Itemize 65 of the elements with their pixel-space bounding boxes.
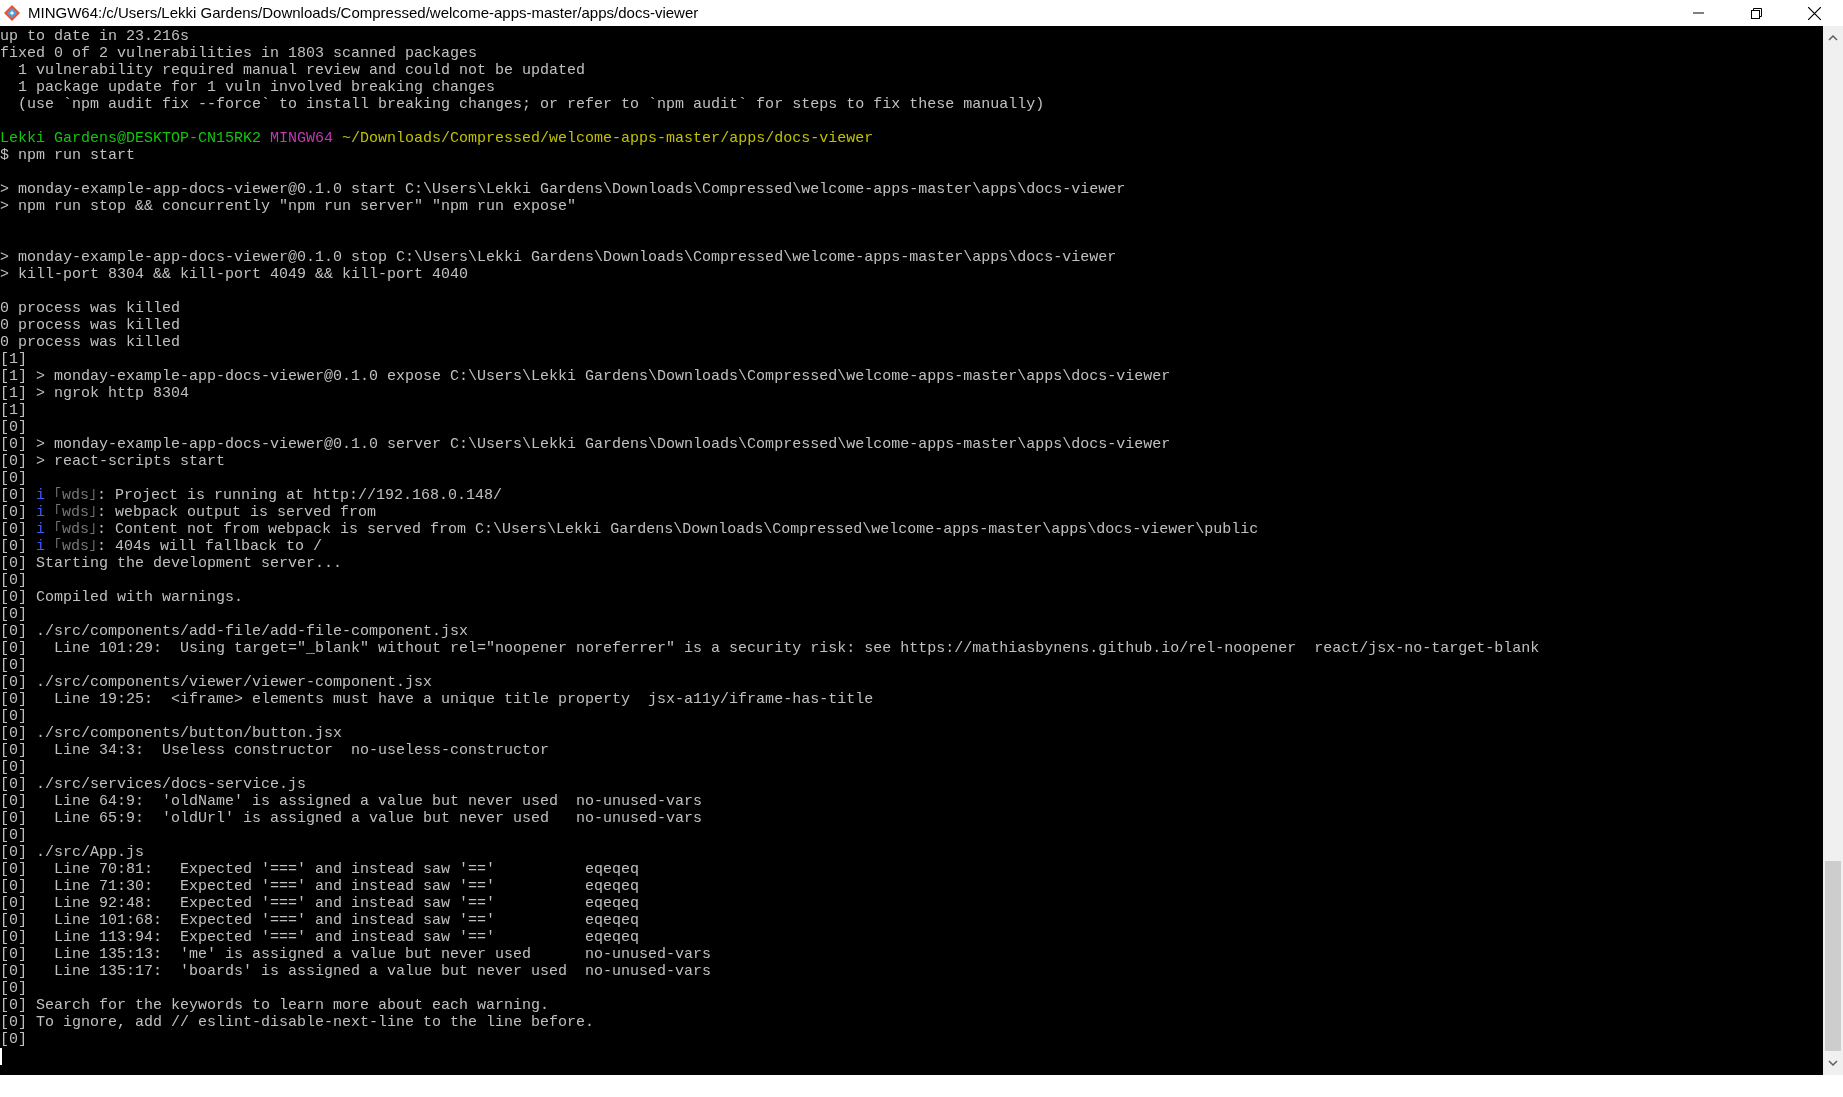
terminal-line: > npm run stop && concurrently "npm run server" "npm run expose" <box>0 198 577 215</box>
terminal-line: [0] <box>0 708 27 725</box>
terminal-line: [0] Line 70:81: Expected '===' and instead saw '==' eqeqeq <box>0 861 640 878</box>
terminal-line: (use `npm audit fix --force` to install breaking changes; or refer to `npm audit` for steps to fix these manually) <box>17 96 1045 113</box>
terminal-line: [0] To ignore, add // eslint-disable-next-line to the line before. <box>0 1014 595 1031</box>
terminal-line: [0] ./src/components/viewer/viewer-component.jsx <box>0 674 433 691</box>
terminal-line: [0] Line 113:94: Expected '===' and instead saw '==' eqeqeq <box>0 929 640 946</box>
terminal-line: [0] <box>0 606 27 623</box>
terminal-line: [0] Search for the keywords to learn more about each warning. <box>0 997 550 1014</box>
terminal-line: [0] Line 34:3: Useless constructor no-useless-constructor <box>0 742 550 759</box>
terminal-line: [0] ./src/App.js <box>0 844 145 861</box>
terminal-line: [0] Line 71:30: Expected '===' and instead saw '==' eqeqeq <box>0 878 640 895</box>
terminal-line: [0] > monday-example-app-docs-viewer@0.1.0 server C:\Users\Lekki Gardens\Downloads\Compressed\welcome-apps-master\apps\docs-viewer <box>0 436 1171 453</box>
terminal-line: [0] i ｢wds｣: webpack output is served from <box>0 504 377 521</box>
scrollbar-thumb[interactable] <box>1825 861 1841 1051</box>
scrollbar[interactable] <box>1823 26 1843 1075</box>
terminal-line: 0 process was killed <box>0 317 181 334</box>
terminal-line: 1 vulnerability required manual review and could not be updated <box>17 62 586 79</box>
terminal-line: [0] Line 135:17: 'boards' is assigned a value but never used no-unused-vars <box>0 963 712 980</box>
terminal-line: [0] <box>0 419 27 436</box>
terminal-line: [1] <box>0 402 27 419</box>
terminal-line: [0] <box>0 827 27 844</box>
terminal-line: [0] Line 101:29: Using target="_blank" without rel="noopener noreferrer" is a security risk: see https://mathiasbynens.github.io/rel-noopener react/jsx-no-target-blank <box>0 640 1540 657</box>
terminal-line: fixed 0 of 2 vulnerabilities in 1803 scanned packages <box>0 45 478 62</box>
minimize-icon <box>1692 12 1704 14</box>
terminal-line: [1] > ngrok http 8304 <box>0 385 190 402</box>
terminal-line: [0] Compiled with warnings. <box>0 589 244 606</box>
terminal-line: 1 package update for 1 vuln involved breaking changes <box>17 79 496 96</box>
window-title: MINGW64:/c/Users/Lekki Gardens/Downloads/Compressed/welcome-apps-master/apps/docs-viewer <box>28 2 699 23</box>
terminal-line: Lekki Gardens@DESKTOP-CN15RK2 MINGW64 ~/Downloads/Compressed/welcome-apps-master/apps/docs-viewer <box>0 130 874 147</box>
terminal-line: [0] <box>0 980 27 997</box>
terminal-line: [0] i ｢wds｣: 404s will fallback to / <box>0 538 323 555</box>
terminal-line: [0] <box>0 657 27 674</box>
terminal-line: > monday-example-app-docs-viewer@0.1.0 start C:\Users\Lekki Gardens\Downloads\Compressed\welcome-apps-master\apps\docs-viewer <box>0 181 1126 198</box>
close-icon <box>1807 6 1821 20</box>
terminal-line: [1] > monday-example-app-docs-viewer@0.1.0 expose C:\Users\Lekki Gardens\Downloads\Compressed\welcome-apps-master\apps\docs-viewer <box>0 368 1171 385</box>
terminal-line: [0] Line 101:68: Expected '===' and instead saw '==' eqeqeq <box>0 912 640 929</box>
terminal-line: [0] Line 135:13: 'me' is assigned a value but never used no-unused-vars <box>0 946 712 963</box>
terminal-line: [0] i ｢wds｣: Content not from webpack is served from C:\Users\Lekki Gardens\Downloads\Compressed\welcome-apps-master\apps\docs-viewer\public <box>0 521 1259 538</box>
terminal-line: 0 process was killed <box>0 300 181 317</box>
terminal-line: [1] <box>0 351 27 368</box>
terminal-line: [0] ./src/components/button/button.jsx <box>0 725 343 742</box>
terminal-line: up to date in 23.216s <box>0 28 190 45</box>
terminal-line: [0] <box>0 470 27 487</box>
terminal-line: [0] Line 64:9: 'oldName' is assigned a value but never used no-unused-vars <box>0 793 703 810</box>
terminal-line: [0] <box>0 1031 27 1048</box>
terminal-line: [0] Line 65:9: 'oldUrl' is assigned a value but never used no-unused-vars <box>0 810 703 827</box>
terminal-line: > kill-port 8304 && kill-port 4049 && kill-port 4040 <box>0 266 469 283</box>
terminal-line: [0] Starting the development server... <box>0 555 343 572</box>
app-icon <box>3 4 21 22</box>
terminal-line: [0] > react-scripts start <box>0 453 226 470</box>
text-cursor <box>0 1048 2 1065</box>
terminal-line: [0] ./src/components/add-file/add-file-component.jsx <box>0 623 469 640</box>
restore-icon <box>1750 7 1762 19</box>
terminal-line: [0] <box>0 572 27 589</box>
terminal-line: > monday-example-app-docs-viewer@0.1.0 stop C:\Users\Lekki Gardens\Downloads\Compressed\welcome-apps-master\apps\docs-viewer <box>0 249 1117 266</box>
terminal-line: [0] <box>0 759 27 776</box>
terminal-line: 0 process was killed <box>0 334 181 351</box>
terminal-line: [0] i ｢wds｣: Project is running at http://192.168.0.148/ <box>0 487 503 504</box>
terminal-line: [0] ./src/services/docs-service.js <box>0 776 307 793</box>
terminal-line: [0] Line 92:48: Expected '===' and instead saw '==' eqeqeq <box>0 895 640 912</box>
scroll-down-icon[interactable] <box>1828 1060 1838 1066</box>
terminal-line: [0] Line 19:25: <iframe> elements must have a unique title property jsx-a11y/iframe-has-title <box>0 691 874 708</box>
terminal-line: $ npm run start <box>0 147 136 164</box>
scroll-up-icon[interactable] <box>1828 35 1838 41</box>
